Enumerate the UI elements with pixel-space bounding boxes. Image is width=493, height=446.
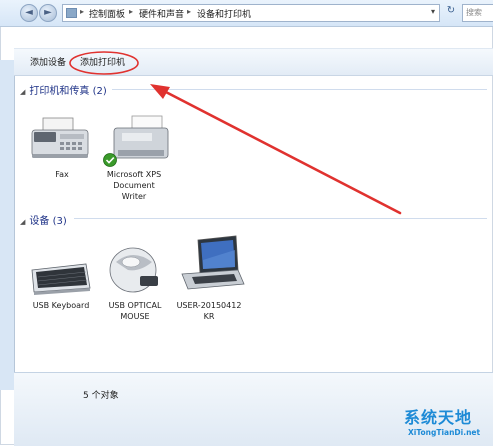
keyboard-icon[interactable] <box>31 263 91 295</box>
device-label-laptop: USER-20150412 KR <box>176 301 242 321</box>
collapse-chevron-icon: ◢ <box>20 218 26 226</box>
mouse-icon[interactable] <box>109 247 158 293</box>
annotation-arrow <box>150 84 402 215</box>
device-label-xps: Microsoft XPS Document Writer <box>106 170 162 201</box>
default-checkmark-icon <box>103 153 117 167</box>
group-divider <box>74 218 487 219</box>
watermark-title: 系统天地 <box>404 408 473 427</box>
object-count: 5 个对象 <box>83 391 119 401</box>
laptop-icon[interactable] <box>181 235 245 290</box>
device-label-mouse: USB OPTICAL MOUSE <box>108 301 162 321</box>
fax-icon[interactable] <box>31 117 89 158</box>
device-label-fax: Fax <box>55 170 69 179</box>
device-label-keyboard: USB Keyboard <box>32 301 90 310</box>
group-title: 设备 (3) <box>29 216 67 227</box>
group-header-devices[interactable]: ◢ 设备 (3) <box>20 212 67 227</box>
watermark: 系统天地 XiTongTianDi.net <box>378 404 493 445</box>
printer-icon[interactable] <box>113 115 169 159</box>
highlight-ellipse <box>69 51 139 75</box>
watermark-url: XiTongTianDi.net <box>408 428 481 437</box>
